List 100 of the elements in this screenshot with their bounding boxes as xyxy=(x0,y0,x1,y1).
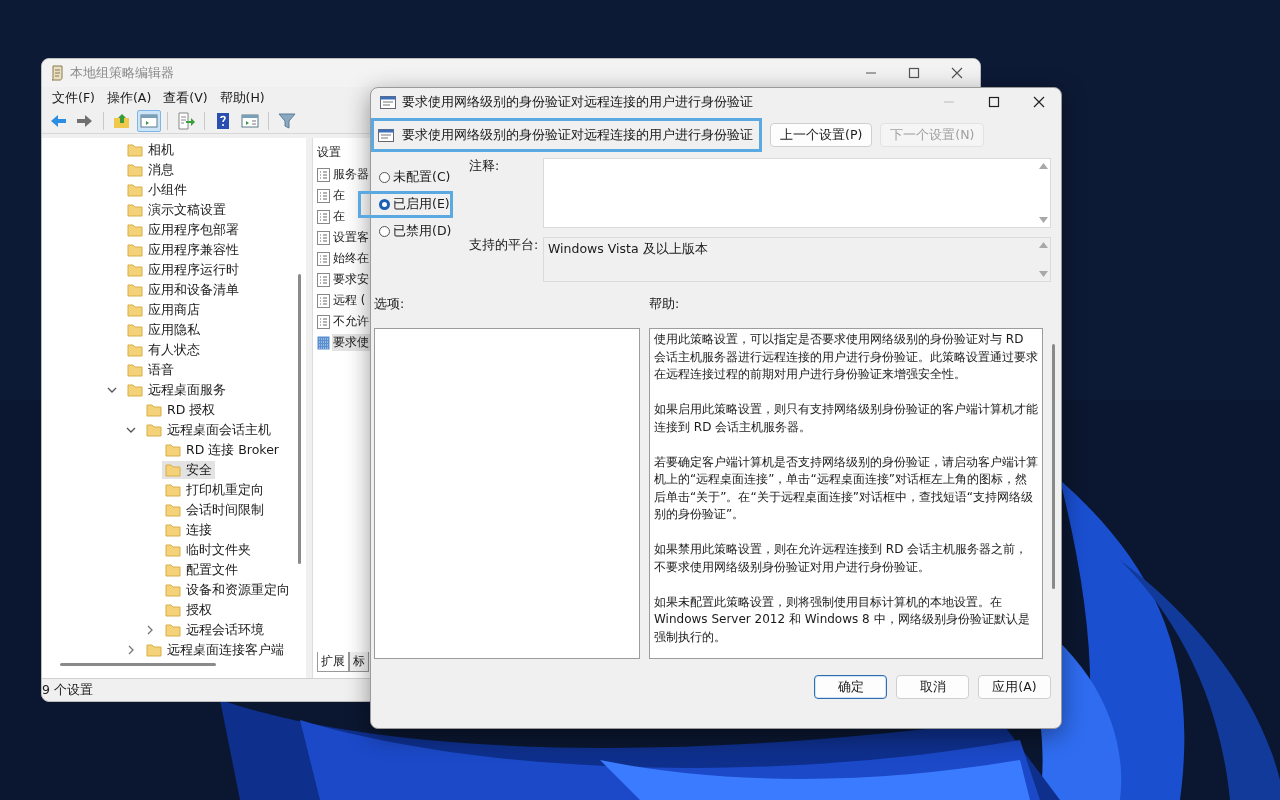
scrollbar-thumb[interactable] xyxy=(1052,344,1055,589)
policy-icon xyxy=(317,293,330,308)
cancel-button[interactable]: 取消 xyxy=(896,675,969,699)
tree-item[interactable]: 安全 xyxy=(162,461,215,479)
radio-button[interactable] xyxy=(379,226,390,237)
tree-item[interactable]: 相机 xyxy=(124,141,177,159)
tree-item[interactable]: 小组件 xyxy=(124,181,190,199)
folder-icon xyxy=(127,283,143,297)
tree-item[interactable]: 临时文件夹 xyxy=(162,541,254,559)
menu-item[interactable]: 操作(A) xyxy=(100,89,158,107)
folder-icon xyxy=(127,363,143,377)
folder-icon xyxy=(127,263,143,277)
close-icon[interactable] xyxy=(1033,96,1045,108)
policy-item[interactable]: 设置客 xyxy=(332,229,370,246)
tree-item[interactable]: 有人状态 xyxy=(124,341,203,359)
scrollbar-thumb[interactable] xyxy=(60,663,216,666)
help-paragraph: 如果启用此策略设置，则只有支持网络级别身份验证的客户端计算机才能连接到 RD 会话主机服务器。 xyxy=(654,401,1038,436)
field-label: 注释: xyxy=(469,158,501,175)
chevron-down-icon[interactable] xyxy=(107,385,117,395)
policy-item[interactable]: 远程 ( xyxy=(332,292,367,309)
menu-item[interactable]: 查看(V) xyxy=(157,89,214,107)
folder-icon xyxy=(165,523,181,537)
tree-item[interactable]: 应用程序兼容性 xyxy=(124,241,242,259)
radio-button[interactable] xyxy=(379,172,390,183)
policy-icon xyxy=(317,167,330,182)
policy-item[interactable]: 在 xyxy=(332,187,346,204)
field-label: 支持的平台: xyxy=(469,237,540,254)
radio-label[interactable]: 已启用(E) xyxy=(393,196,450,213)
policy-item[interactable]: 始终在 xyxy=(332,250,370,267)
radio-button[interactable] xyxy=(379,199,390,210)
folder-icon xyxy=(127,303,143,317)
folder-icon xyxy=(127,143,143,157)
export-list-icon xyxy=(177,112,195,130)
tree-item[interactable]: 应用隐私 xyxy=(124,321,203,339)
folder-up-icon xyxy=(113,112,131,130)
policy-icon xyxy=(317,314,330,329)
view-tab[interactable]: 扩展 xyxy=(317,652,349,672)
policy-item[interactable]: 要求使 xyxy=(332,334,370,351)
tree-item[interactable]: 远程桌面连接客户端 xyxy=(143,641,287,659)
radio-option[interactable]: 未配置(C) xyxy=(379,164,454,191)
chevron-right-icon[interactable] xyxy=(126,645,136,655)
menu-item[interactable]: 帮助(H) xyxy=(213,89,271,107)
tree-item[interactable]: 应用商店 xyxy=(124,301,203,319)
comment-field[interactable] xyxy=(543,158,1051,228)
chevron-right-icon[interactable] xyxy=(145,625,155,635)
tree-item[interactable]: 演示文稿设置 xyxy=(124,201,229,219)
policy-item[interactable]: 服务器 xyxy=(332,166,370,183)
tree-item[interactable]: 会话时间限制 xyxy=(162,501,267,519)
toolbar-button[interactable] xyxy=(275,110,299,132)
tree-item[interactable]: 配置文件 xyxy=(162,561,241,579)
setting-heading: 要求使用网络级别的身份验证对远程连接的用户进行身份验证 xyxy=(402,126,753,144)
folder-icon xyxy=(127,343,143,357)
tree-item[interactable]: 应用程序运行时 xyxy=(124,261,242,279)
close-icon[interactable] xyxy=(951,67,963,79)
maximize-icon[interactable] xyxy=(988,96,1000,108)
tree-item[interactable]: RD 连接 Broker xyxy=(162,441,282,459)
radio-option[interactable]: 已禁用(D) xyxy=(379,218,455,245)
folder-icon xyxy=(127,383,143,397)
tree-item[interactable]: 远程桌面服务 xyxy=(124,381,229,399)
tree-item[interactable]: 设备和资源重定向 xyxy=(162,581,293,599)
toolbar-button[interactable] xyxy=(137,110,161,132)
view-tab[interactable]: 标 xyxy=(349,652,369,672)
tree-item[interactable]: 连接 xyxy=(162,521,215,539)
policy-item[interactable]: 要求安 xyxy=(332,271,370,288)
maximize-icon[interactable] xyxy=(908,67,920,79)
chevron-down-icon[interactable] xyxy=(126,425,136,435)
scrollbar-thumb[interactable] xyxy=(298,274,301,564)
filter-icon xyxy=(278,112,296,130)
folder-icon xyxy=(165,443,181,457)
folder-icon xyxy=(127,223,143,237)
folder-icon xyxy=(127,183,143,197)
apply-button[interactable]: 应用(A) xyxy=(978,675,1051,699)
tree-item[interactable]: 授权 xyxy=(162,601,215,619)
policy-item[interactable]: 在 xyxy=(332,208,346,225)
forward-arrow-icon xyxy=(76,112,94,130)
tree-item[interactable]: 应用和设备清单 xyxy=(124,281,242,299)
tree-item[interactable]: 远程桌面会话主机 xyxy=(143,421,274,439)
radio-label[interactable]: 已禁用(D) xyxy=(393,223,452,240)
column-header[interactable]: 设置 xyxy=(317,144,341,160)
menu-item[interactable]: 文件(F) xyxy=(46,89,101,107)
window-title: 本地组策略编辑器 xyxy=(70,64,174,82)
folder-icon xyxy=(146,643,162,657)
policy-icon xyxy=(317,251,330,266)
folder-icon xyxy=(127,203,143,217)
folder-icon xyxy=(165,623,181,637)
tree-item[interactable]: 远程会话环境 xyxy=(162,621,267,639)
policy-item[interactable]: 不允许 xyxy=(332,313,370,330)
folder-icon xyxy=(146,403,162,417)
tree-item[interactable]: 语音 xyxy=(124,361,177,379)
policy-icon xyxy=(317,209,330,224)
previous-setting-button[interactable]: 上一个设置(P) xyxy=(770,123,873,147)
folder-icon xyxy=(165,463,181,477)
tree-item[interactable]: RD 授权 xyxy=(143,401,219,419)
policy-window-icon xyxy=(380,94,396,110)
radio-label[interactable]: 未配置(C) xyxy=(393,169,451,186)
folder-icon xyxy=(165,563,181,577)
tree-item[interactable]: 消息 xyxy=(124,161,177,179)
tree-item[interactable]: 应用程序包部署 xyxy=(124,221,242,239)
tree-item[interactable]: 打印机重定向 xyxy=(162,481,267,499)
ok-button[interactable]: 确定 xyxy=(814,675,887,699)
